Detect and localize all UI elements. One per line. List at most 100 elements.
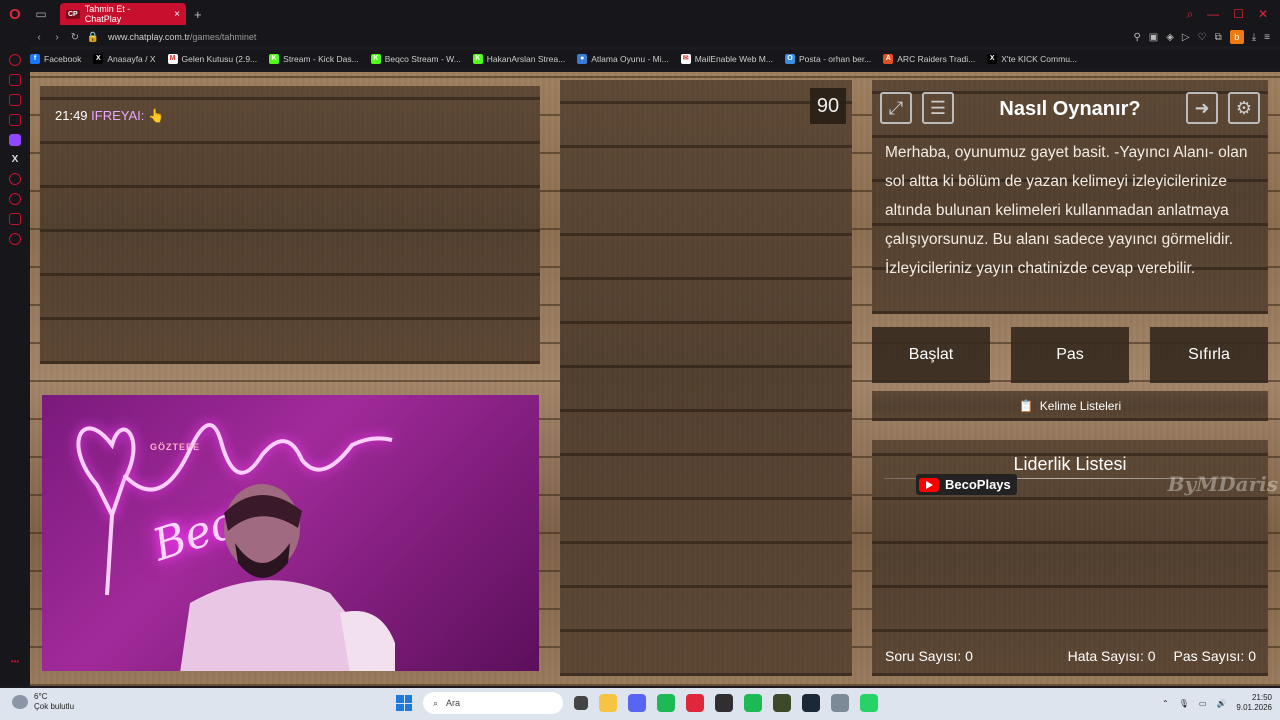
bookmark-item[interactable]: ● Atlama Oyunu - Mi... bbox=[577, 54, 669, 64]
microphone-icon[interactable]: 🎙 bbox=[1179, 699, 1189, 708]
clock-time: 21:50 bbox=[1251, 693, 1272, 702]
sidebar-twitch-icon[interactable] bbox=[9, 134, 21, 146]
whatsapp-icon[interactable] bbox=[860, 694, 878, 712]
new-tab-icon[interactable]: + bbox=[194, 7, 202, 22]
lock-icon: 🔒 bbox=[86, 31, 100, 43]
maximize-icon[interactable]: ☐ bbox=[1233, 7, 1244, 22]
game-icon[interactable] bbox=[773, 694, 791, 712]
search-icon: ⌕ bbox=[433, 697, 439, 708]
x-icon: X bbox=[93, 54, 104, 64]
sidebar-x-icon[interactable]: X bbox=[12, 154, 19, 165]
bookmark-item[interactable]: O Posta - orhan ber... bbox=[784, 54, 871, 64]
question-count: Soru Sayısı: 0 bbox=[885, 648, 973, 664]
windows-taskbar: 6°C Çok bulutlu ⌕ Ara ⌃ 🎙 ▭ 🔊 21:50 9.01… bbox=[0, 688, 1280, 720]
play-icon[interactable]: ▷ bbox=[1182, 32, 1190, 43]
opera-icon[interactable] bbox=[686, 694, 704, 712]
pin-icon[interactable]: ⚲ bbox=[1133, 32, 1140, 43]
list-icon: 📋 bbox=[1018, 399, 1034, 413]
pass-button[interactable]: Pas bbox=[1011, 327, 1129, 383]
task-view-icon[interactable] bbox=[574, 696, 588, 710]
back-icon[interactable]: ‹ bbox=[30, 32, 48, 43]
tab-tahmin-et[interactable]: CP Tahmin Et - ChatPlay × bbox=[60, 3, 186, 25]
menu-icon[interactable]: ≡ bbox=[1264, 32, 1270, 43]
bookmark-label: Anasayfa / X bbox=[107, 54, 156, 64]
bookmark-item[interactable]: X X'te KICK Commu... bbox=[987, 54, 1077, 64]
webcam-feed: GÖZTEPE Becc bbox=[42, 395, 539, 671]
reload-icon[interactable]: ↻ bbox=[66, 32, 84, 43]
youtube-icon bbox=[919, 477, 939, 492]
start-button[interactable]: Başlat bbox=[872, 327, 990, 383]
pass-count: Pas Sayısı: 0 bbox=[1173, 648, 1256, 664]
bookmark-label: Atlama Oyunu - Mi... bbox=[591, 54, 669, 64]
app-icon[interactable] bbox=[831, 694, 849, 712]
settings-gear-icon[interactable]: ⚙ bbox=[1228, 92, 1260, 124]
fullscreen-icon[interactable]: ⤢ bbox=[880, 92, 912, 124]
shield-icon[interactable]: ◈ bbox=[1166, 32, 1174, 43]
forward-icon[interactable]: › bbox=[48, 32, 66, 43]
leaderboard-panel: Liderlik Listesi BecoPlays ByMDaris Soru… bbox=[872, 440, 1278, 676]
notes-icon[interactable]: ☰ bbox=[922, 92, 954, 124]
url-path: /games/tahminet bbox=[189, 32, 257, 42]
close-tab-icon[interactable]: × bbox=[174, 9, 180, 20]
bookmark-item[interactable]: f Facebook bbox=[30, 54, 81, 64]
opera-logo-icon[interactable]: O bbox=[0, 0, 30, 28]
spotify-icon[interactable] bbox=[657, 694, 675, 712]
bookmark-item[interactable]: X Anasayfa / X bbox=[93, 54, 156, 64]
extensions-icon[interactable]: ⧉ bbox=[1215, 32, 1222, 43]
url-field[interactable]: www.chatplay.com.tr/games/tahminet bbox=[108, 32, 256, 42]
bookmark-item[interactable]: ✉ MailEnable Web M... bbox=[680, 54, 773, 64]
weather-widget[interactable]: 6°C Çok bulutlu bbox=[12, 692, 74, 712]
sidebar-ai-icon[interactable] bbox=[9, 54, 21, 66]
download-icon[interactable]: ⤓ bbox=[1252, 32, 1256, 43]
windows-start-icon[interactable] bbox=[396, 695, 412, 711]
sidebar-history-icon[interactable] bbox=[9, 193, 21, 205]
file-explorer-icon[interactable] bbox=[599, 694, 617, 712]
how-to-play-text: Merhaba, oyunumuz gayet basit. -Yayıncı … bbox=[885, 144, 1248, 277]
sidebar-extensions-icon[interactable] bbox=[9, 213, 21, 225]
sidebar-mail-icon[interactable] bbox=[9, 114, 21, 126]
bookmarks-bar: f Facebook X Anasayfa / X M Gelen Kutusu (2.9… bbox=[30, 50, 1280, 68]
cloud-icon bbox=[12, 695, 28, 709]
discord-icon[interactable] bbox=[628, 694, 646, 712]
game-icon: ● bbox=[577, 54, 588, 64]
weather-temp: 6°C bbox=[34, 692, 48, 701]
bookmark-label: Beqco Stream - W... bbox=[384, 54, 461, 64]
bookmark-item[interactable]: K Stream - Kick Das... bbox=[269, 54, 359, 64]
bookmark-item[interactable]: K Beqco Stream - W... bbox=[370, 54, 461, 64]
bookmark-label: HakanArslan Strea... bbox=[486, 54, 566, 64]
heart-icon[interactable]: ♡ bbox=[1198, 32, 1207, 43]
word-lists-button[interactable]: 📋 Kelime Listeleri bbox=[872, 391, 1268, 421]
volume-icon[interactable]: 🔊 bbox=[1216, 699, 1226, 708]
close-window-icon[interactable]: ✕ bbox=[1258, 7, 1268, 22]
chat-panel: 21:49 IFREYAI: 👆 bbox=[40, 86, 540, 364]
bookmark-item[interactable]: M Gelen Kutusu (2.9... bbox=[167, 54, 257, 64]
word-panel bbox=[560, 80, 852, 676]
spotify-icon[interactable] bbox=[744, 694, 762, 712]
error-count: Hata Sayısı: 0 bbox=[1067, 648, 1156, 664]
bookmark-item[interactable]: K HakanArslan Strea... bbox=[472, 54, 566, 64]
tray-chevron-icon[interactable]: ⌃ bbox=[1162, 699, 1169, 708]
sidebar-player-icon[interactable] bbox=[9, 173, 21, 185]
network-icon[interactable]: ▭ bbox=[1199, 699, 1207, 708]
sidebar-shop-icon[interactable] bbox=[9, 74, 21, 86]
snapshot-icon[interactable]: ▣ bbox=[1149, 32, 1158, 43]
tab-islands-icon[interactable]: ▭ bbox=[30, 7, 52, 21]
obs-icon[interactable] bbox=[715, 694, 733, 712]
sidebar-settings-icon[interactable] bbox=[9, 233, 21, 245]
extension-b-icon[interactable]: b bbox=[1229, 30, 1244, 44]
steam-icon[interactable] bbox=[802, 694, 820, 712]
sidebar-more-icon[interactable]: ••• bbox=[11, 657, 19, 666]
sidebar-messenger-icon[interactable] bbox=[9, 94, 21, 106]
address-bar: ‹ › ↻ 🔒 www.chatplay.com.tr/games/tahmin… bbox=[0, 28, 1280, 46]
chat-time: 21:49 bbox=[55, 108, 88, 123]
taskbar-search[interactable]: ⌕ Ara bbox=[423, 692, 563, 714]
logout-icon[interactable]: ➜ bbox=[1186, 92, 1218, 124]
kick-icon: K bbox=[269, 54, 280, 64]
bookmark-item[interactable]: A ARC Raiders Tradi... bbox=[883, 54, 975, 64]
minimize-icon[interactable]: — bbox=[1207, 7, 1219, 22]
clock[interactable]: 21:50 9.01.2026 bbox=[1236, 693, 1272, 713]
webcam-sign-text: GÖZTEPE bbox=[150, 442, 201, 452]
search-tabs-icon[interactable]: ⌕ bbox=[1186, 7, 1193, 22]
reset-button[interactable]: Sıfırla bbox=[1150, 327, 1268, 383]
signature-watermark: ByMDaris bbox=[1167, 472, 1278, 496]
